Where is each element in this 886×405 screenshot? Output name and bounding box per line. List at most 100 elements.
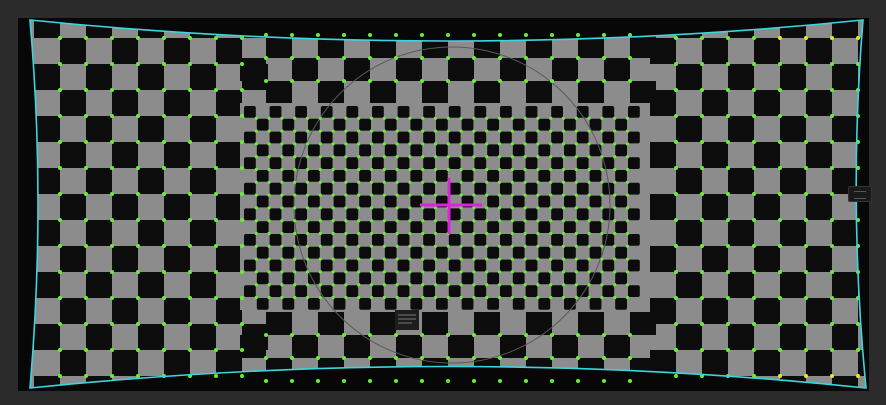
corner-marker	[674, 166, 678, 170]
corner-marker	[316, 56, 320, 60]
fine-checker-square	[448, 182, 461, 195]
corner-marker	[550, 356, 554, 360]
corner-marker	[625, 283, 630, 287]
fine-checker-square	[308, 144, 320, 157]
corner-marker	[574, 129, 578, 133]
checker-square	[526, 35, 552, 58]
corner-marker	[421, 231, 425, 236]
corner-marker	[700, 140, 704, 144]
checker-square	[676, 324, 702, 350]
corner-marker	[446, 56, 450, 60]
corner-marker	[830, 36, 834, 40]
corner-marker	[382, 283, 386, 287]
fine-checker-square	[487, 272, 499, 285]
corner-marker	[700, 270, 704, 274]
checker-square	[86, 168, 112, 194]
corner-marker	[778, 348, 782, 352]
corner-marker	[344, 295, 348, 300]
corner-marker	[344, 244, 348, 248]
corner-marker	[293, 244, 297, 248]
calibration-viewer[interactable]	[0, 0, 886, 405]
corner-marker	[382, 116, 386, 120]
corner-marker	[357, 116, 361, 120]
corner-marker	[510, 295, 514, 300]
corner-marker	[420, 56, 424, 60]
corner-marker	[600, 116, 604, 120]
corner-marker	[162, 62, 166, 66]
fine-checker-square	[256, 118, 269, 131]
fine-checker-square	[448, 208, 461, 221]
fine-checker-square	[295, 208, 307, 221]
corner-marker	[804, 36, 808, 40]
corner-marker	[752, 348, 756, 352]
corner-marker	[830, 88, 834, 92]
corner-marker	[408, 193, 412, 197]
corner-marker	[280, 257, 284, 261]
corner-marker	[331, 231, 335, 236]
corner-marker	[408, 219, 412, 223]
fine-checker-square	[397, 234, 410, 246]
corner-marker	[421, 283, 425, 287]
corner-marker	[240, 140, 244, 144]
calibration-image[interactable]	[0, 0, 886, 405]
corner-marker	[280, 219, 284, 223]
panel-resize-handle[interactable]	[848, 186, 872, 202]
fine-checker-square	[244, 157, 256, 169]
checker-square	[216, 194, 242, 220]
fine-checker-square	[436, 170, 448, 182]
corner-marker	[804, 270, 808, 274]
corner-marker	[318, 244, 322, 248]
fine-checker-square	[423, 234, 435, 246]
fine-checker-square	[512, 118, 525, 131]
corner-marker	[804, 114, 808, 118]
corner-marker	[214, 270, 218, 274]
fine-checker-square	[487, 170, 499, 182]
corner-marker	[510, 244, 514, 248]
checker-square	[630, 312, 656, 335]
fine-checker-square	[564, 118, 576, 131]
checker-square	[370, 81, 396, 104]
checker-square	[832, 20, 858, 38]
corner-marker	[84, 322, 88, 326]
corner-marker	[305, 193, 310, 197]
corner-marker	[485, 180, 489, 184]
corner-marker	[778, 244, 782, 248]
checker-square	[604, 20, 630, 35]
corner-marker	[602, 333, 606, 337]
corner-marker	[305, 155, 310, 159]
corner-marker	[382, 193, 386, 197]
corner-marker	[433, 167, 438, 172]
corner-marker	[587, 219, 591, 223]
corner-marker	[726, 140, 730, 144]
corner-marker	[625, 219, 630, 223]
checker-square	[240, 20, 266, 35]
fine-checker-square	[615, 118, 627, 131]
corner-marker	[214, 36, 218, 40]
fine-checker-square	[269, 182, 282, 195]
fine-checker-square	[397, 131, 410, 144]
corner-marker	[254, 155, 258, 159]
corner-marker	[510, 270, 514, 274]
corner-marker	[613, 167, 617, 172]
fine-checker-square	[397, 157, 410, 169]
corner-marker	[524, 379, 528, 383]
corner-marker	[446, 356, 450, 360]
corner-marker	[433, 142, 438, 146]
fine-checker-square	[256, 272, 269, 285]
corner-marker	[420, 379, 424, 383]
checker-square	[500, 381, 526, 388]
corner-marker	[536, 193, 540, 197]
corner-marker	[587, 116, 591, 120]
checker-square	[138, 116, 164, 142]
fine-checker-square	[384, 246, 397, 259]
corner-marker	[536, 244, 540, 248]
fine-checker-square	[500, 208, 512, 221]
checker-square	[60, 246, 86, 272]
corner-marker	[394, 79, 398, 83]
corner-marker	[613, 193, 617, 197]
checker-square	[318, 312, 344, 335]
corner-marker	[524, 33, 528, 37]
corner-marker	[357, 155, 361, 159]
corner-marker	[136, 322, 140, 326]
checker-square	[474, 312, 500, 335]
